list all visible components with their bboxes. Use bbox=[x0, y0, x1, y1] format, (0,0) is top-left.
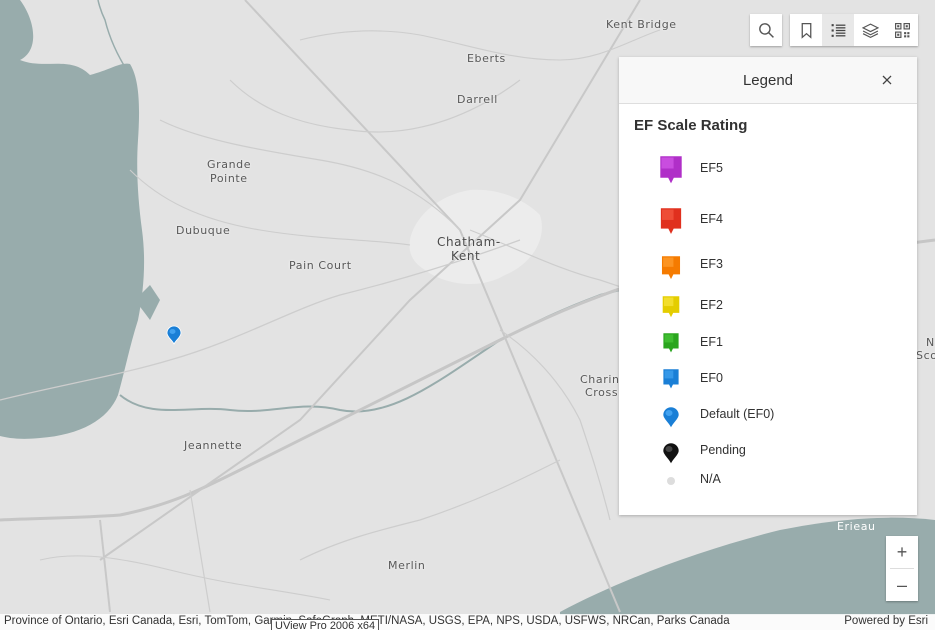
legend-item-label: EF3 bbox=[700, 257, 723, 271]
legend-panel: Legend EF Scale Rating EF5 EF4 EF3 EF2 EF1 EF… bbox=[619, 57, 917, 515]
legend-item-label: N/A bbox=[700, 472, 721, 486]
bookmark-icon bbox=[801, 22, 811, 39]
legend-symbol-dot-icon bbox=[667, 477, 675, 485]
place-label: Kent Bridge bbox=[606, 18, 677, 31]
legend-item-label: EF0 bbox=[700, 371, 723, 385]
zoom-out-button[interactable]: – bbox=[886, 569, 918, 601]
place-label: Kent bbox=[451, 249, 481, 263]
zoom-in-button[interactable]: + bbox=[886, 536, 918, 568]
list-icon bbox=[831, 23, 845, 37]
legend-item: N/A bbox=[619, 57, 917, 486]
search-icon bbox=[758, 22, 774, 38]
legend-symbol-pin-icon bbox=[661, 255, 681, 281]
bookmarks-button[interactable] bbox=[790, 14, 822, 46]
place-label: Jeannette bbox=[184, 439, 243, 452]
qr-code-button[interactable] bbox=[886, 14, 918, 46]
place-label: Darrell bbox=[457, 93, 498, 106]
tooltip: UView Pro 2006 x64 bbox=[271, 619, 380, 630]
place-label: Dubuque bbox=[176, 224, 231, 237]
widget-toolbar bbox=[790, 14, 918, 46]
legend-symbol-pin-icon bbox=[662, 368, 680, 390]
place-label: Merlin bbox=[388, 559, 426, 572]
legend-symbol-pin-icon bbox=[660, 207, 682, 236]
tornado-marker-default[interactable] bbox=[166, 325, 182, 345]
legend-symbol-pin-icon bbox=[659, 155, 683, 184]
place-label: Pointe bbox=[210, 172, 248, 185]
legend-item-label: EF1 bbox=[700, 335, 723, 349]
lake-st-clair bbox=[0, 0, 145, 439]
legend-symbol-drop-icon bbox=[662, 442, 680, 465]
place-label: Eberts bbox=[467, 52, 506, 65]
legend-layer-title: EF Scale Rating bbox=[634, 117, 748, 134]
legend-item-label: Pending bbox=[700, 443, 746, 457]
legend-item-label: EF5 bbox=[700, 161, 723, 175]
powered-by-link[interactable]: Powered by Esri bbox=[844, 615, 928, 627]
legend-item-label: EF2 bbox=[700, 298, 723, 312]
place-label: Chatham- bbox=[437, 235, 501, 249]
legend-item-label: EF4 bbox=[700, 212, 723, 226]
place-label: Cross bbox=[585, 386, 619, 399]
place-label: Sco bbox=[916, 349, 935, 362]
zoom-control: + – bbox=[886, 536, 918, 601]
search-button[interactable] bbox=[750, 14, 782, 46]
place-label: N bbox=[926, 336, 935, 349]
qr-code-icon bbox=[894, 22, 910, 38]
legend-button[interactable] bbox=[822, 14, 854, 46]
layers-button[interactable] bbox=[854, 14, 886, 46]
legend-symbol-pin-icon bbox=[662, 295, 680, 319]
legend-symbol-drop-icon bbox=[662, 406, 680, 429]
place-label: Pain Court bbox=[289, 259, 352, 272]
legend-item-label: Default (EF0) bbox=[700, 407, 775, 421]
search-toolbar bbox=[750, 14, 782, 46]
place-label: Erieau bbox=[837, 520, 876, 533]
place-label: Grande bbox=[207, 158, 252, 171]
legend-symbol-pin-icon bbox=[662, 332, 680, 354]
layers-icon bbox=[861, 22, 879, 38]
attribution-bar: Province of Ontario, Esri Canada, Esri, … bbox=[0, 614, 935, 630]
